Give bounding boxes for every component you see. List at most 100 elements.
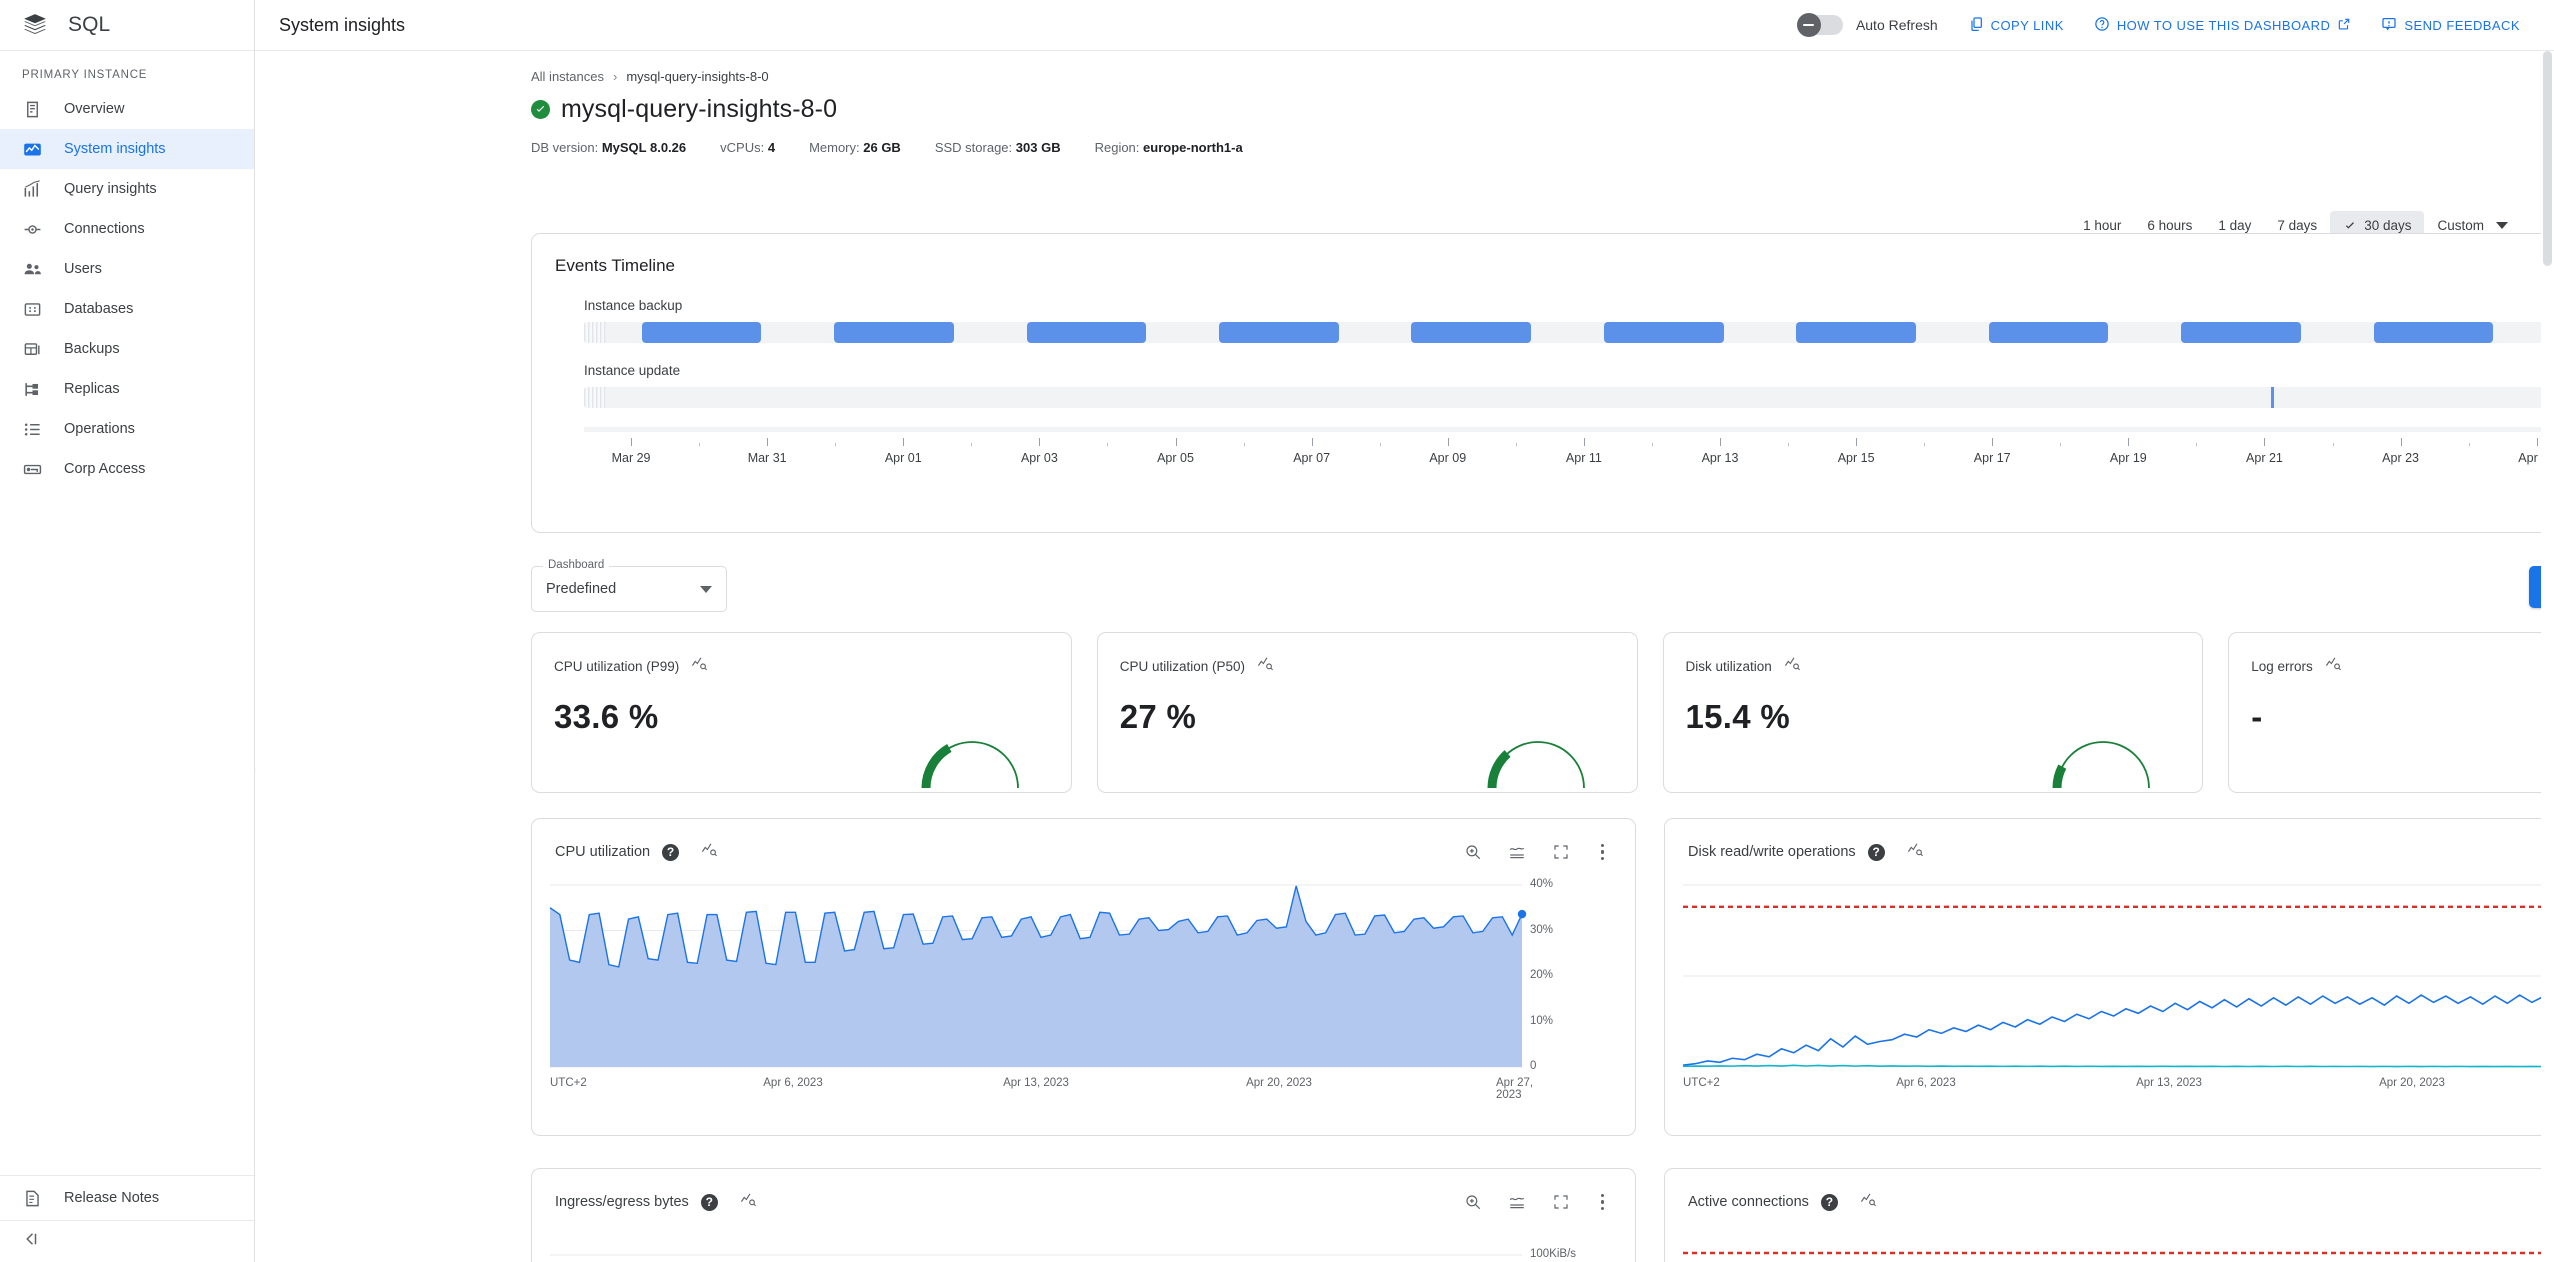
sidebar-item-databases[interactable]: Databases (0, 289, 254, 329)
dashboard-select[interactable]: Dashboard Predefined (531, 559, 727, 612)
copy-link-button[interactable]: COPY LINK (1968, 16, 2064, 35)
page-title: System insights (279, 14, 406, 35)
timeline-row-label-backup: Instance backup (584, 298, 683, 313)
timeline-backup-segment[interactable] (1988, 322, 2109, 343)
more-options-icon[interactable] (1596, 842, 1610, 863)
axis-tick-label: 20% (1530, 969, 1554, 981)
auto-refresh-toggle[interactable] (1796, 13, 1843, 37)
timeline-minor-tick (1243, 443, 1245, 446)
compare-icon[interactable] (1508, 1193, 1526, 1211)
sidebar-item-connections[interactable]: Connections (0, 209, 254, 249)
fullscreen-icon[interactable] (1552, 843, 1570, 861)
breadcrumb-separator-icon: › (612, 69, 618, 84)
status-ok-icon (531, 100, 550, 119)
sidebar-item-label: Backups (64, 341, 120, 357)
how-to-use-dashboard-link[interactable]: HOW TO USE THIS DASHBOARD (2094, 16, 2352, 35)
dashboard-select-label: Dashboard (543, 559, 610, 571)
timeline-backup-segment[interactable] (834, 322, 954, 343)
kpi-card-log-errors: Log errors - (2228, 632, 2554, 793)
help-icon[interactable]: ? (662, 843, 680, 861)
active-connections-chart[interactable]: 4k3kMax connections (1677, 1227, 2554, 1262)
help-icon[interactable]: ? (700, 1193, 718, 1211)
replicas-icon (22, 379, 42, 399)
timeline-tick-label: Apr 01 (884, 451, 922, 465)
timeline-backup-segment[interactable] (1411, 322, 1532, 343)
timeline-tick (2264, 438, 2266, 446)
fullscreen-icon[interactable] (1552, 1193, 1570, 1211)
breadcrumb-current: mysql-query-insights-8-0 (626, 69, 769, 84)
dashboard-select-value: Predefined (546, 581, 617, 597)
zoom-in-icon[interactable] (1464, 843, 1482, 861)
inspect-metric-icon[interactable] (740, 1191, 757, 1213)
inspect-metric-icon[interactable] (1784, 655, 1801, 677)
x-axis-tick-label: UTC+2 (550, 1077, 587, 1089)
timeline-tick (1039, 438, 1041, 446)
help-icon[interactable]: ? (1820, 1193, 1838, 1211)
help-icon[interactable]: ? (1867, 843, 1885, 861)
brand-title: SQL (68, 13, 111, 36)
sidebar-item-operations[interactable]: Operations (0, 409, 254, 449)
instance-name: mysql-query-insights-8-0 (561, 95, 838, 123)
time-range-30-days-label: 30 days (2364, 218, 2412, 233)
send-feedback-button[interactable]: SEND FEEDBACK (2381, 16, 2520, 35)
users-icon (22, 259, 42, 279)
timeline-minor-tick (1107, 443, 1109, 446)
cpu-utilization-chart[interactable]: 0 10% 20% 30% 40% UTC+2 Apr 6, 2023 Apr 13, 202… (544, 877, 1574, 1101)
scrollbar-thumb[interactable] (2543, 51, 2552, 266)
sidebar-item-release-notes[interactable]: Release Notes (0, 1176, 254, 1220)
inspect-metric-icon[interactable] (701, 841, 718, 863)
disk-operations-chart[interactable]: 05k/s10k/sRead operations limitUTC+2Apr … (1677, 877, 2554, 1095)
axis-tick-label: 100KiB/s (1530, 1248, 1577, 1260)
breadcrumb-all-instances[interactable]: All instances (531, 69, 604, 84)
sidebar-item-system-insights[interactable]: System insights (0, 129, 254, 169)
timeline-backup-segment[interactable] (2181, 322, 2301, 343)
inspect-metric-icon[interactable] (1257, 655, 1274, 677)
sidebar-item-overview[interactable]: Overview (0, 89, 254, 129)
backup-icon (22, 339, 42, 359)
app-root: SQL PRIMARY INSTANCE Overview System ins… (0, 0, 2554, 1262)
axis-tick-label: 30% (1530, 923, 1554, 936)
gauge-track (924, 741, 1019, 789)
timeline-backup-segment[interactable] (1796, 322, 1916, 343)
timeline-update-mark[interactable] (2270, 387, 2274, 408)
ingress-egress-chart[interactable]: 100KiB/s (544, 1227, 1577, 1262)
zoom-in-icon[interactable] (1464, 1193, 1482, 1211)
more-options-icon[interactable] (1596, 1192, 1610, 1213)
compare-icon[interactable] (1508, 843, 1526, 861)
timeline-backup-segment[interactable] (641, 322, 762, 343)
inspect-metric-icon[interactable] (2325, 655, 2342, 677)
sidebar-item-query-insights[interactable]: Query insights (0, 169, 254, 209)
timeline-backup-segment[interactable] (1603, 322, 1724, 343)
sidebar-item-replicas[interactable]: Replicas (0, 369, 254, 409)
timeline-track-update[interactable] (584, 387, 2554, 408)
timeline-track-backup[interactable] (584, 322, 2554, 343)
meta-db-version: DB version: MySQL 8.0.26 (531, 140, 687, 155)
timeline-minor-tick (971, 443, 973, 446)
timeline-backup-segment[interactable] (1218, 322, 1339, 343)
connection-icon (22, 219, 42, 239)
chevron-down-icon (700, 585, 712, 593)
auto-refresh-control[interactable]: Auto Refresh (1796, 13, 1938, 37)
timeline-backup-segment[interactable] (2373, 322, 2494, 343)
list-icon (22, 419, 42, 439)
timeline-row-label-update: Instance update (584, 363, 681, 378)
feedback-icon (2381, 16, 2397, 35)
inspect-metric-icon[interactable] (691, 655, 708, 677)
brand-header[interactable]: SQL (0, 0, 254, 51)
inspect-metric-icon[interactable] (1860, 1191, 1877, 1213)
x-axis-tick-label: Apr 13, 2023 (2136, 1077, 2202, 1089)
sidebar-item-backups[interactable]: Backups (0, 329, 254, 369)
events-timeline-title: Events Timeline (555, 256, 675, 275)
sidebar-item-corp-access[interactable]: Corp Access (0, 449, 254, 489)
help-circle-icon (2094, 16, 2110, 35)
sidebar-collapse-button[interactable] (0, 1220, 254, 1262)
main-area: System insights Auto Refresh COPY LINK H… (255, 0, 2554, 1262)
sidebar-item-label: Overview (64, 101, 125, 117)
timeline-hatch (584, 387, 606, 408)
timeline-backup-segment[interactable] (1026, 322, 1147, 343)
toggle-knob (1796, 13, 1821, 37)
inspect-metric-icon[interactable] (1907, 841, 1924, 863)
x-axis-tick-label: Apr 6, 2023 (763, 1077, 823, 1089)
page-scrollbar[interactable] (2541, 51, 2554, 1262)
sidebar-item-users[interactable]: Users (0, 249, 254, 289)
